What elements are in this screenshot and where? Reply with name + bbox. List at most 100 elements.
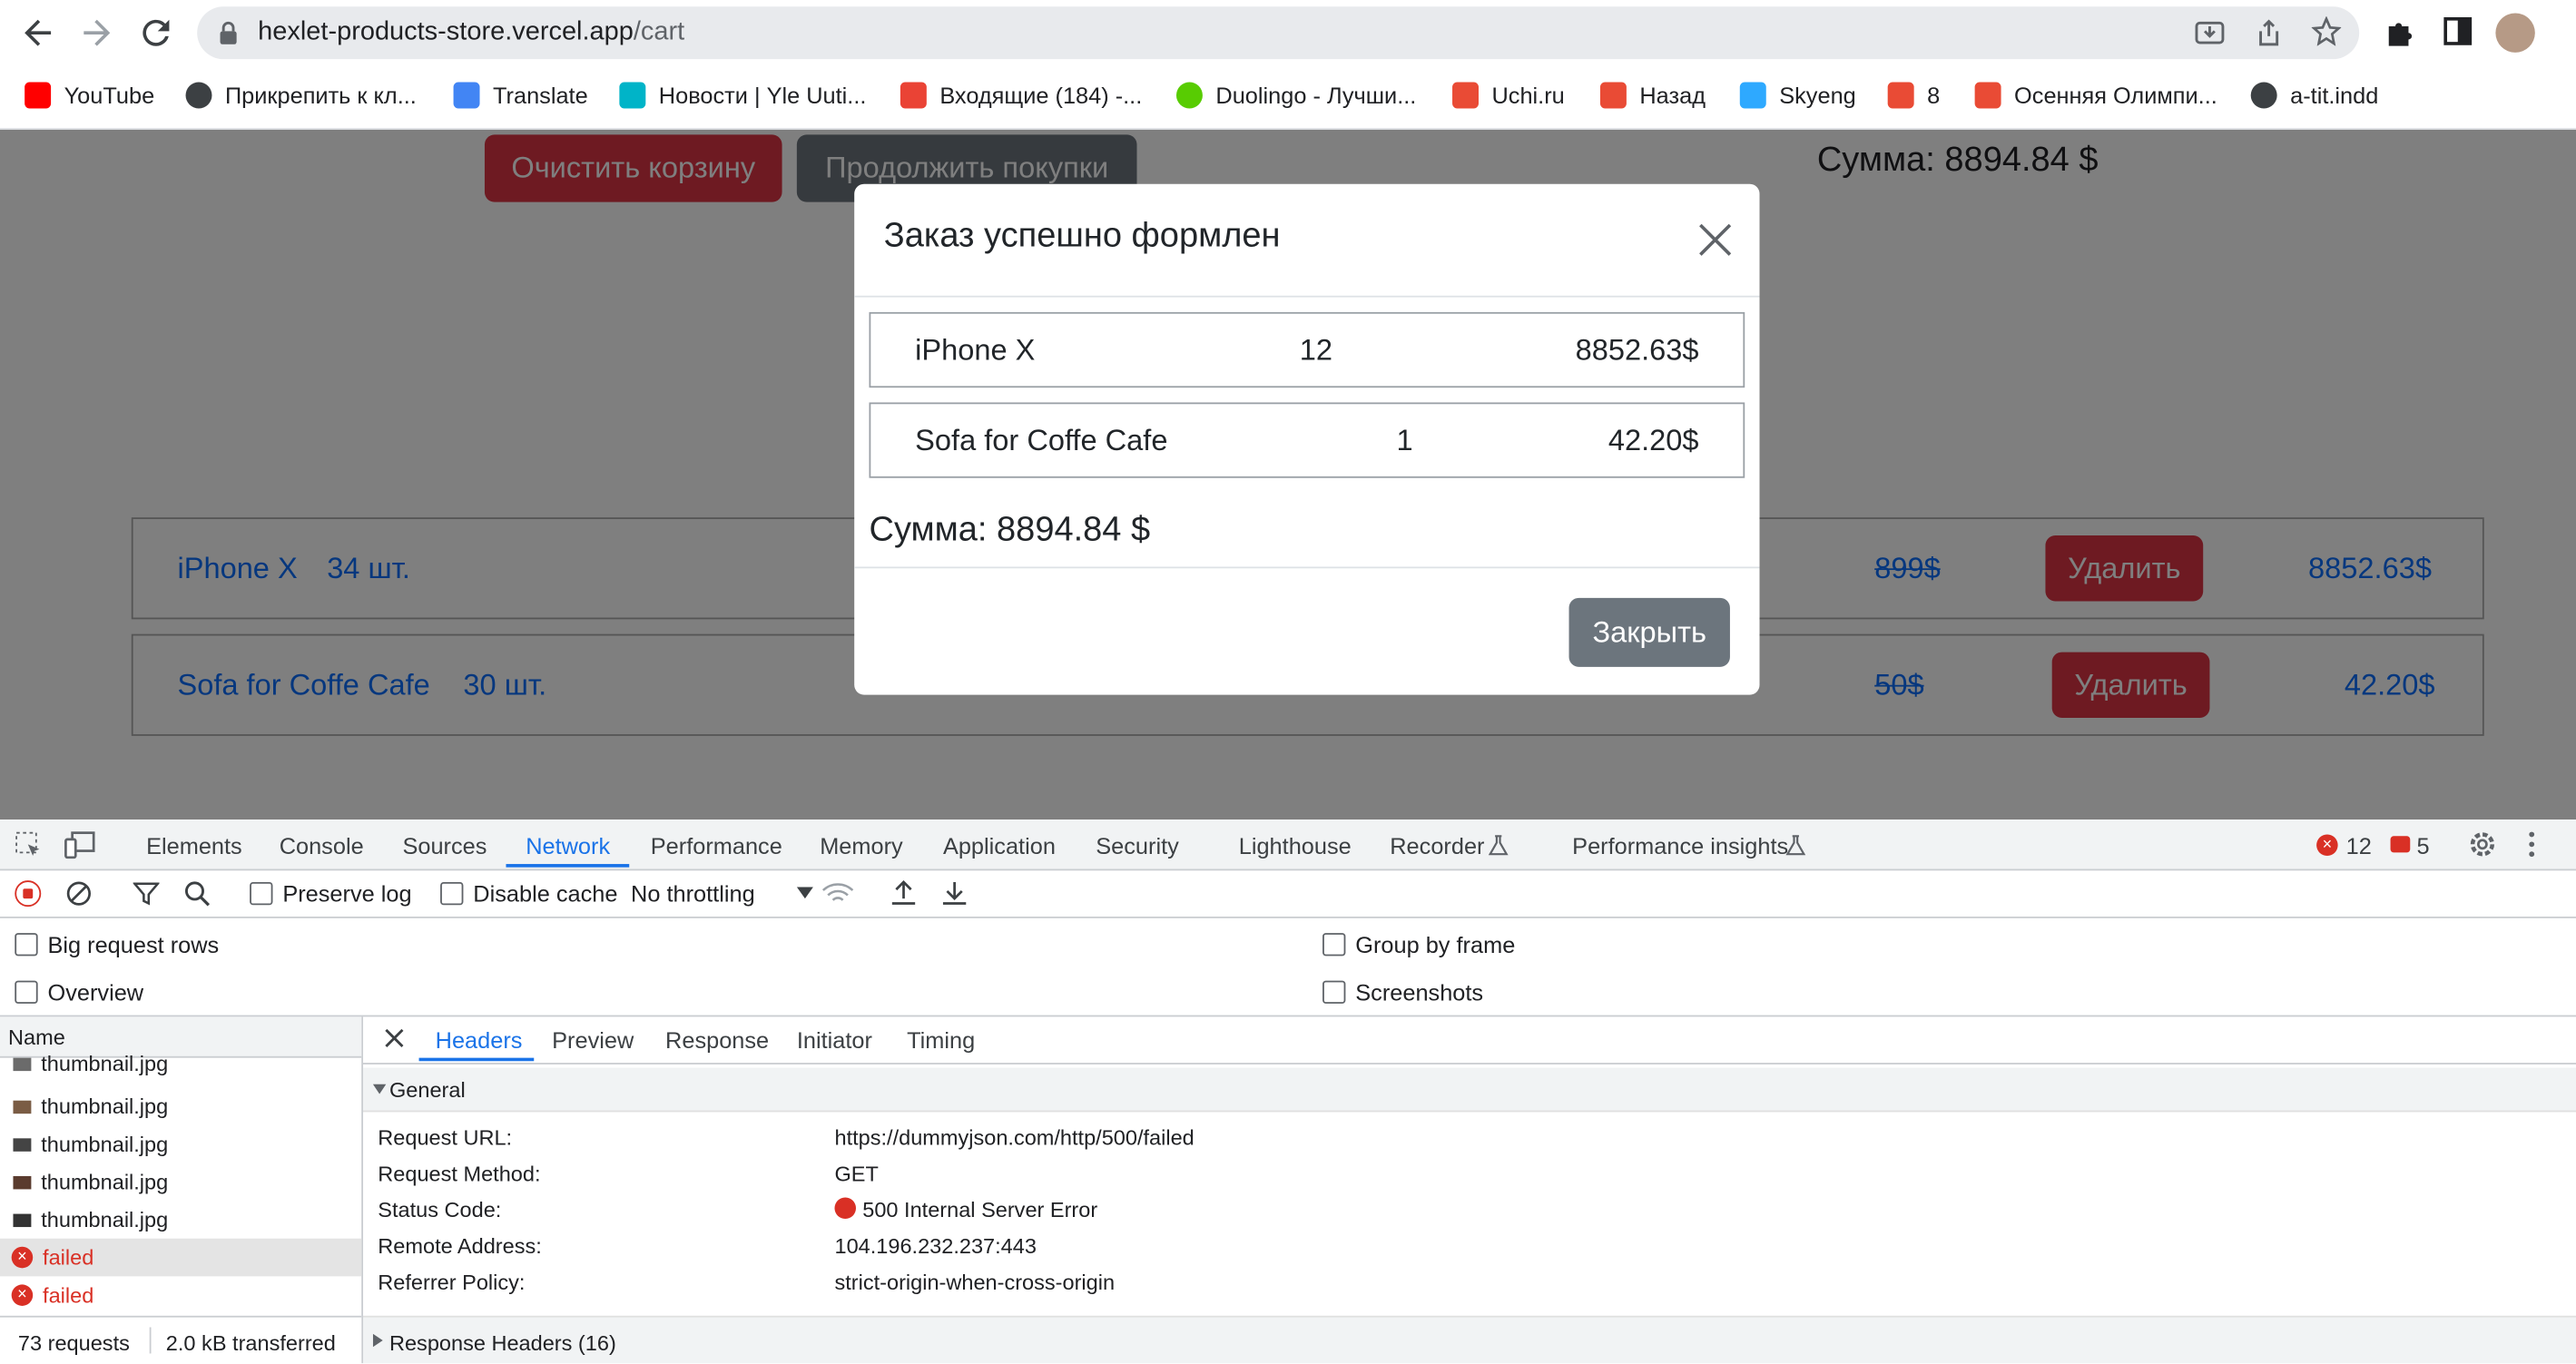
preserve-log-label: Preserve log — [282, 880, 412, 908]
order-item-price: 42.20$ — [1608, 423, 1699, 457]
screenshots-toggle[interactable]: Screenshots — [1322, 979, 1483, 1006]
overview-toggle[interactable]: Overview — [15, 979, 143, 1006]
bookmark-skyeng[interactable]: Skyeng — [1739, 81, 1856, 111]
throttling-select[interactable]: No throttling — [631, 880, 814, 907]
disable-cache-checkbox[interactable] — [440, 881, 464, 906]
overview-checkbox[interactable] — [15, 980, 38, 1004]
bookmark-uchi[interactable]: Uchi.ru — [1452, 81, 1565, 111]
tab-memory[interactable]: Memory — [820, 833, 903, 859]
image-file-icon — [13, 1056, 32, 1071]
tab-network[interactable]: Network — [526, 833, 610, 859]
tab-headers[interactable]: Headers — [436, 1026, 523, 1053]
bookmark-olympiad[interactable]: Осенняя Олимпи... — [1974, 81, 2217, 111]
close-icon[interactable] — [1697, 221, 1734, 258]
tab-timing[interactable]: Timing — [907, 1026, 975, 1053]
tab-lighthouse[interactable]: Lighthouse — [1239, 833, 1352, 859]
tab-response[interactable]: Response — [665, 1026, 769, 1053]
group-by-frame-checkbox[interactable] — [1322, 933, 1346, 957]
share-icon[interactable] — [2254, 18, 2284, 48]
filter-icon[interactable] — [133, 880, 160, 907]
request-row-failed[interactable]: × failed — [0, 1238, 362, 1277]
export-har-icon[interactable] — [941, 878, 968, 907]
request-name: thumbnail.jpg — [41, 1207, 169, 1232]
close-icon[interactable] — [385, 1028, 405, 1048]
bookmark-label: Новости | Yle Uuti... — [658, 82, 867, 109]
reload-icon[interactable] — [136, 13, 175, 52]
big-request-rows-checkbox[interactable] — [15, 933, 38, 957]
response-headers-label: Response Headers (16) — [388, 1330, 616, 1356]
tab-initiator[interactable]: Initiator — [797, 1026, 872, 1053]
tab-preview[interactable]: Preview — [552, 1026, 634, 1053]
modal-close-button[interactable]: Закрыть — [1568, 597, 1730, 667]
bookmark-yle[interactable]: Новости | Yle Uuti... — [619, 81, 866, 111]
status-code-value: 500 Internal Server Error — [862, 1197, 1098, 1222]
tab-console[interactable]: Console — [280, 833, 364, 859]
forward-arrow-icon[interactable] — [77, 13, 116, 52]
bookmark-star-icon[interactable] — [2311, 16, 2342, 46]
modal-header-divider — [854, 295, 1760, 298]
import-har-icon[interactable] — [890, 878, 917, 907]
tab-elements[interactable]: Elements — [146, 833, 242, 859]
tab-performance[interactable]: Performance — [651, 833, 782, 859]
header-key: Status Code: — [378, 1197, 502, 1222]
bookmarks-bar: YouTube Прикрепить к кл... Translate Нов… — [0, 73, 2576, 119]
tab-security[interactable]: Security — [1096, 833, 1179, 859]
request-row[interactable]: thumbnail.jpg — [0, 1087, 361, 1125]
back-arrow-icon[interactable] — [18, 13, 57, 52]
bookmark-label: Назад — [1639, 82, 1706, 109]
bookmark-duolingo[interactable]: Duolingo - Лучши... — [1175, 81, 1416, 111]
clear-icon[interactable] — [65, 880, 92, 907]
duolingo-icon — [1175, 82, 1203, 109]
network-conditions-icon[interactable] — [821, 880, 854, 907]
side-panel-icon[interactable] — [2443, 16, 2473, 46]
order-success-modal: Заказ успешно формлен iPhone X 12 8852.6… — [854, 183, 1760, 695]
browser-toolbar: hexlet-products-store.vercel.app/cart — [0, 0, 2576, 66]
big-request-rows-toggle[interactable]: Big request rows — [15, 931, 219, 957]
install-icon[interactable] — [2195, 18, 2225, 48]
active-detail-tab-indicator — [418, 1057, 535, 1062]
name-column-header[interactable]: Name — [8, 1025, 65, 1049]
record-stop-icon[interactable] — [15, 880, 42, 908]
bookmark-youtube[interactable]: YouTube — [25, 81, 154, 111]
gear-icon[interactable] — [2468, 829, 2498, 859]
search-icon[interactable] — [184, 880, 211, 907]
url-path: /cart — [633, 17, 685, 46]
profile-avatar[interactable] — [2495, 13, 2535, 53]
tab-recorder[interactable]: Recorder — [1390, 833, 1484, 859]
lock-icon — [219, 21, 239, 44]
error-count[interactable]: 12 — [2346, 833, 2372, 859]
general-section-header[interactable]: General — [363, 1067, 2576, 1113]
extensions-puzzle-icon[interactable] — [2384, 16, 2416, 49]
tab-performance-insights[interactable]: Performance insights — [1572, 833, 1788, 859]
bookmark-back[interactable]: Назад — [1599, 81, 1706, 111]
device-toolbar-icon[interactable] — [64, 831, 95, 859]
request-row[interactable]: thumbnail.jpg — [0, 1163, 361, 1201]
general-label: General — [388, 1077, 466, 1103]
bookmark-pin[interactable]: Прикрепить к кл... — [185, 81, 417, 111]
response-headers-section[interactable]: Response Headers (16) — [363, 1315, 2576, 1364]
disable-cache-toggle[interactable]: Disable cache — [440, 880, 617, 907]
error-icon: × — [11, 1284, 34, 1306]
modal-title: Заказ успешно формлен — [883, 216, 1281, 255]
request-row[interactable]: thumbnail.jpg — [0, 1201, 361, 1239]
bookmark-8[interactable]: 8 — [1887, 81, 1940, 111]
more-vert-icon[interactable] — [2527, 829, 2537, 859]
request-name: thumbnail.jpg — [41, 1051, 169, 1076]
request-row[interactable]: thumbnail.jpg — [0, 1125, 361, 1163]
request-name: failed — [43, 1244, 94, 1271]
bookmark-label: Translate — [493, 82, 588, 109]
tab-sources[interactable]: Sources — [402, 833, 487, 859]
bookmark-gmail[interactable]: Входящие (184) -... — [900, 81, 1142, 111]
group-by-frame-toggle[interactable]: Group by frame — [1322, 931, 1515, 957]
screenshots-checkbox[interactable] — [1322, 980, 1346, 1004]
preserve-log-checkbox[interactable] — [250, 881, 273, 906]
request-row[interactable]: thumbnail.jpg — [0, 1050, 361, 1078]
preserve-log-toggle[interactable]: Preserve log — [250, 880, 412, 908]
request-details: Headers Preview Response Initiator Timin… — [363, 1016, 2576, 1364]
bookmark-translate[interactable]: Translate — [453, 81, 588, 111]
tab-application[interactable]: Application — [943, 833, 1056, 859]
warning-count[interactable]: 5 — [2417, 833, 2430, 859]
bookmark-atit[interactable]: a-tit.indd — [2250, 81, 2378, 111]
request-row-failed[interactable]: × failed — [0, 1276, 361, 1314]
inspect-element-icon[interactable] — [15, 831, 43, 859]
